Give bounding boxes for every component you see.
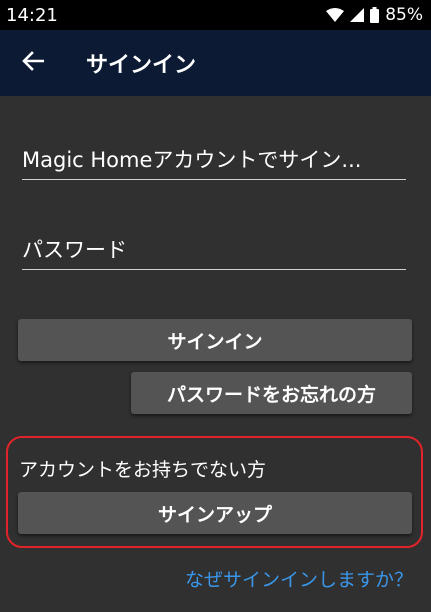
email-input[interactable] [22, 148, 406, 172]
why-signin-link[interactable]: なぜサインインしますか？ [185, 565, 413, 592]
back-arrow-icon [22, 51, 45, 75]
password-field[interactable] [22, 226, 406, 270]
battery-icon [370, 7, 380, 23]
status-icons: 85% [326, 5, 423, 25]
signup-button[interactable]: サインアップ [18, 492, 412, 534]
email-field[interactable] [22, 136, 406, 180]
no-account-label: アカウントをお持ちでない方 [19, 459, 267, 481]
cell-signal-icon [350, 8, 365, 22]
app-bar: サインイン [0, 30, 431, 96]
signin-button[interactable]: サインイン [18, 319, 412, 361]
battery-percent: 85% [385, 5, 423, 25]
status-time: 14:21 [6, 4, 58, 26]
back-button[interactable] [0, 30, 66, 96]
status-bar: 14:21 85% [0, 0, 431, 30]
page-title: サインイン [86, 53, 197, 78]
forgot-password-button[interactable]: パスワードをお忘れの方 [131, 372, 412, 414]
password-input[interactable] [22, 238, 406, 262]
wifi-icon [326, 8, 345, 22]
